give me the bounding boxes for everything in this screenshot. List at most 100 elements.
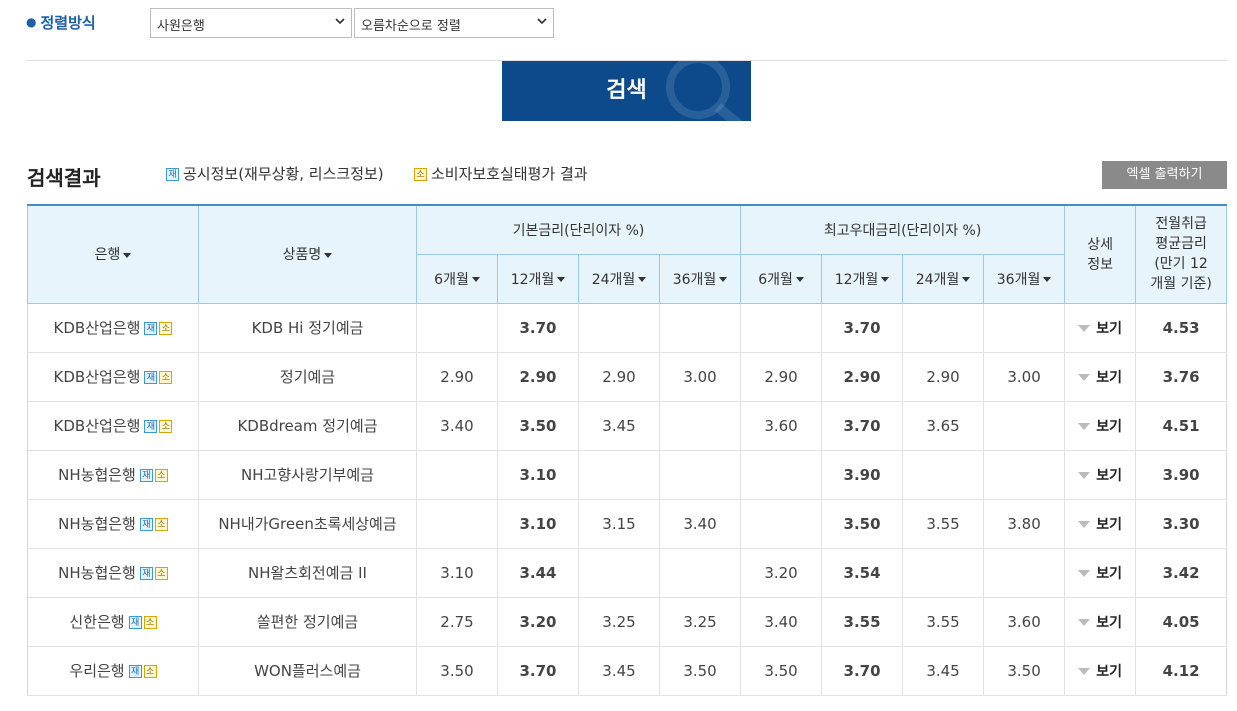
bank-name: KDB산업은행: [53, 417, 141, 435]
disclosure-badge-icon[interactable]: 재: [128, 665, 142, 678]
base-rate-cell: 3.40: [416, 401, 498, 451]
sort-title: ● 정렬방식: [26, 12, 96, 33]
max-rate-cell: 3.70: [821, 401, 903, 451]
bank-name: NH농협은행: [58, 515, 136, 533]
consumer-badge-icon[interactable]: 소: [154, 469, 168, 482]
consumer-badge-icon[interactable]: 소: [143, 616, 157, 629]
max-rate-cell: 3.00: [983, 352, 1065, 402]
header-product[interactable]: 상품명: [198, 204, 417, 304]
max-rate-cell: [983, 450, 1065, 500]
header-period-label: 36개월: [672, 271, 717, 288]
sort-caret-icon: [881, 277, 890, 282]
disclosure-badge-icon[interactable]: 재: [144, 371, 158, 384]
avg-rate-cell: 4.12: [1135, 646, 1228, 696]
triangle-down-icon: [1078, 668, 1091, 675]
base-rate-cell: [578, 548, 660, 598]
table-row: KDB산업은행 재 소 KDB Hi 정기예금 3.70 3.70 보기 4.53: [27, 303, 1228, 353]
view-detail-button[interactable]: 보기: [1078, 468, 1122, 484]
table-row: KDB산업은행 재 소 KDBdream 정기예금 3.40 3.50 3.45 3.60 3.…: [27, 401, 1228, 451]
base-rate-cell: 2.75: [416, 597, 498, 647]
product-name: KDBdream 정기예금: [198, 401, 417, 451]
disclosure-badge-icon[interactable]: 재: [128, 616, 142, 629]
header-avg-line2: 평균금리: [1155, 236, 1207, 253]
consumer-badge-icon[interactable]: 소: [154, 567, 168, 580]
sort-caret-icon: [471, 277, 480, 282]
max-rate-cell: 3.55: [902, 499, 984, 549]
sort-bank-select[interactable]: 사원은행: [150, 8, 352, 38]
header-max-period[interactable]: 6개월: [740, 253, 823, 304]
table-row: NH농협은행 재 소 NH고향사랑기부예금 3.10 3.90 보기 3.90: [27, 450, 1228, 500]
base-rate-cell: [578, 303, 660, 353]
header-base-period[interactable]: 6개월: [416, 253, 498, 304]
max-rate-cell: 3.80: [983, 499, 1065, 549]
header-base-period[interactable]: 24개월: [578, 253, 660, 304]
consumer-badge-icon[interactable]: 소: [154, 518, 168, 531]
header-base-rate: 기본금리(단리이자 %): [415, 204, 742, 255]
detail-cell: 보기: [1064, 303, 1136, 353]
sort-caret-icon: [1043, 277, 1052, 282]
excel-export-button[interactable]: 엑셀 출력하기: [1102, 161, 1227, 189]
bank-cell: 우리은행 재 소: [27, 646, 199, 696]
consumer-badge-icon[interactable]: 소: [159, 420, 173, 433]
bank-name: 우리은행: [69, 662, 125, 680]
header-bank[interactable]: 은행: [27, 204, 199, 304]
view-detail-button[interactable]: 보기: [1078, 566, 1122, 582]
header-max-period[interactable]: 12개월: [821, 253, 904, 304]
header-base-period[interactable]: 12개월: [497, 253, 579, 304]
header-max-period[interactable]: 36개월: [983, 253, 1066, 304]
header-max-period[interactable]: 24개월: [902, 253, 985, 304]
view-detail-button[interactable]: 보기: [1078, 321, 1122, 337]
base-rate-cell: 3.10: [416, 548, 498, 598]
max-rate-cell: [740, 450, 822, 500]
max-rate-cell: 3.40: [740, 597, 822, 647]
table-row: 신한은행 재 소 쏠편한 정기예금 2.75 3.20 3.25 3.25 3.40 3.55 3.…: [27, 597, 1228, 647]
header-avg-line4: 개월 기준): [1150, 276, 1212, 293]
view-detail-button[interactable]: 보기: [1078, 615, 1122, 631]
triangle-down-icon: [1078, 423, 1091, 430]
disclosure-badge-icon[interactable]: 재: [144, 420, 158, 433]
product-name: NH왈츠회전예금 II: [198, 548, 417, 598]
view-detail-button[interactable]: 보기: [1078, 664, 1122, 680]
max-rate-cell: 3.55: [902, 597, 984, 647]
sort-bank-select-value: 사원은행: [157, 19, 205, 34]
header-avg-line1: 전월취급: [1155, 216, 1207, 233]
max-rate-cell: 3.65: [902, 401, 984, 451]
disclosure-badge-icon[interactable]: 재: [139, 518, 153, 531]
max-rate-cell: 3.55: [821, 597, 903, 647]
triangle-down-icon: [1078, 374, 1091, 381]
header-base-period[interactable]: 36개월: [658, 253, 742, 304]
view-detail-button[interactable]: 보기: [1078, 419, 1122, 435]
header-period-label: 36개월: [996, 271, 1041, 288]
product-name: WON플러스예금: [198, 646, 417, 696]
consumer-badge-icon[interactable]: 소: [159, 371, 173, 384]
detail-cell: 보기: [1064, 548, 1136, 598]
disclosure-badge-icon[interactable]: 재: [144, 322, 158, 335]
sort-caret-icon: [123, 252, 132, 258]
header-product-label: 상품명: [282, 247, 322, 264]
bank-cell: KDB산업은행 재 소: [27, 303, 199, 353]
disclosure-badge-icon[interactable]: 재: [139, 469, 153, 482]
avg-rate-cell: 4.51: [1135, 401, 1228, 451]
base-rate-cell: [658, 450, 741, 500]
consumer-badge-icon[interactable]: 소: [159, 322, 173, 335]
max-rate-cell: 2.90: [902, 352, 984, 402]
base-rate-cell: [416, 499, 498, 549]
max-rate-cell: 3.20: [740, 548, 822, 598]
base-rate-cell: 3.70: [497, 303, 579, 353]
max-rate-cell: [902, 450, 984, 500]
disclosure-badge-icon[interactable]: 재: [139, 567, 153, 580]
view-detail-button[interactable]: 보기: [1078, 517, 1122, 533]
sort-order-select[interactable]: 오름차순으로 정렬: [354, 8, 554, 38]
detail-cell: 보기: [1064, 646, 1136, 696]
header-period-label: 12개월: [834, 271, 879, 288]
sort-options: ● 정렬방식 사원은행 오름차순으로 정렬: [26, 8, 1227, 40]
consumer-badge-icon[interactable]: 소: [143, 665, 157, 678]
search-button[interactable]: 검색: [502, 61, 751, 121]
header-period-label: 24개월: [591, 271, 636, 288]
base-rate-cell: 3.50: [658, 646, 741, 696]
base-rate-cell: 3.50: [497, 401, 579, 451]
bank-cell: NH농협은행 재 소: [27, 450, 199, 500]
view-detail-button[interactable]: 보기: [1078, 370, 1122, 386]
base-rate-cell: [578, 450, 660, 500]
legend-consumer: 소 소비자보호실태평가 결과: [414, 163, 588, 184]
